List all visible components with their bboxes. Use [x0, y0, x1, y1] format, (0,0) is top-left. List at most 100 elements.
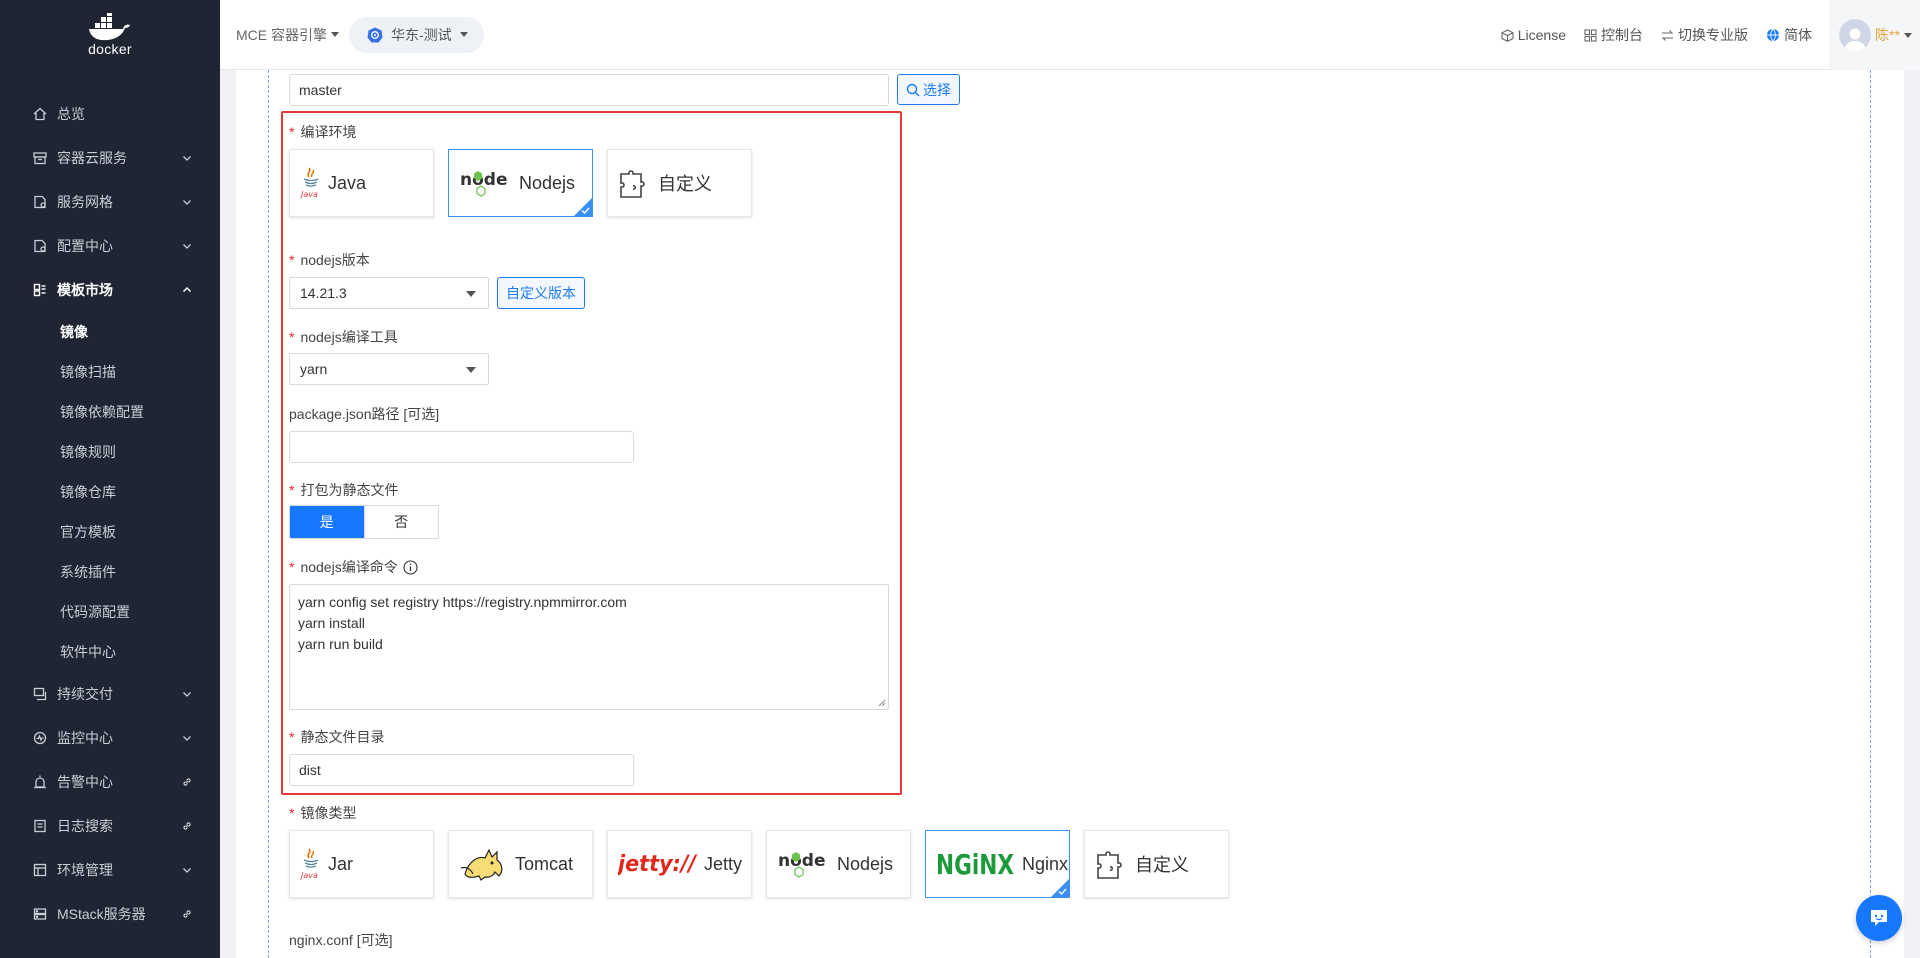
jetty-logo-text: jetty://: [618, 852, 698, 877]
sidebar-subitem-image-rules[interactable]: 镜像规则: [0, 432, 220, 472]
sidebar-subitem-image[interactable]: 镜像: [0, 312, 220, 352]
node-version-label: * nodejs版本: [289, 252, 370, 268]
console-link[interactable]: 控制台: [1584, 25, 1643, 45]
image-type-option-label: Jar: [328, 853, 354, 874]
sidebar-item-config-center[interactable]: 配置中心: [0, 224, 220, 268]
caret-down-icon: [459, 32, 468, 37]
build-env-option-custom[interactable]: 自定义: [607, 149, 752, 217]
image-type-option-jetty[interactable]: jetty:// Jetty: [607, 830, 752, 898]
custom-version-button[interactable]: 自定义版本: [497, 277, 585, 309]
sidebar-item-mstack-server[interactable]: MStack服务器: [0, 892, 220, 936]
sidebar-item-label: 服务网格: [57, 194, 113, 210]
branch-input[interactable]: master: [289, 74, 889, 106]
config-icon: [32, 238, 48, 254]
mesh-icon: [32, 194, 48, 210]
globe-icon: [1767, 28, 1779, 42]
sidebar-subitem-software-center[interactable]: 软件中心: [0, 632, 220, 672]
image-type-option-nodejs[interactable]: node Nodejs: [766, 830, 911, 898]
chevron-up-icon: [182, 286, 192, 293]
sidebar-item-overview[interactable]: 总览: [0, 92, 220, 136]
delivery-icon: [32, 686, 48, 702]
sidebar-subitem-image-scan[interactable]: 镜像扫描: [0, 352, 220, 392]
region-dropdown[interactable]: 华东-测试: [349, 16, 484, 53]
sidebar-item-label: 总览: [57, 106, 85, 122]
alarm-icon: [32, 774, 48, 790]
sidebar-item-service-mesh[interactable]: 服务网格: [0, 180, 220, 224]
node-version-select[interactable]: 14.21.3: [289, 277, 489, 309]
language-label: 简体: [1784, 27, 1812, 43]
nginx-conf-label: nginx.conf [可选]: [289, 932, 393, 948]
link-icon: [183, 822, 191, 830]
select-branch-button[interactable]: 选择: [897, 74, 960, 105]
java-logo-text: Java: [300, 871, 318, 880]
image-type-option-nginx[interactable]: NGiNX Nginx: [925, 830, 1070, 898]
user-name: 陈**: [1875, 27, 1900, 43]
sidebar-item-alarm-center[interactable]: 告警中心: [0, 760, 220, 804]
image-type-option-tomcat[interactable]: Tomcat: [448, 830, 593, 898]
chevron-down-icon: [183, 156, 191, 161]
sidebar-subitem-label: 镜像依赖配置: [60, 404, 144, 420]
image-type-option-label: Tomcat: [515, 853, 574, 874]
sidebar-item-continuous-delivery[interactable]: 持续交付: [0, 672, 220, 716]
image-type-option-jar[interactable]: Java Jar: [289, 830, 434, 898]
sidebar-item-label: 环境管理: [57, 862, 113, 878]
sidebar-subitem-label: 镜像仓库: [60, 484, 116, 500]
nginx-icon: NGiNX: [936, 847, 1016, 881]
sidebar-item-monitor-center[interactable]: 监控中心: [0, 716, 220, 760]
java-logo-text: Java: [300, 190, 318, 199]
caret-down-icon: [1903, 32, 1912, 38]
sidebar-subitem-label: 镜像扫描: [60, 364, 116, 380]
chat-support-button[interactable]: [1856, 895, 1902, 941]
build-cmd-line: yarn config set registry https://registr…: [298, 594, 627, 610]
engine-dropdown[interactable]: MCE 容器引擎: [236, 25, 339, 45]
sidebar-subitem-label: 代码源配置: [60, 604, 130, 620]
license-link[interactable]: License: [1501, 27, 1566, 43]
sidebar-subitem-official-templates[interactable]: 官方模板: [0, 512, 220, 552]
info-icon[interactable]: [403, 559, 418, 575]
sidebar-subitem-image-registry[interactable]: 镜像仓库: [0, 472, 220, 512]
console-label: 控制台: [1601, 27, 1643, 43]
package-json-input[interactable]: [289, 431, 634, 463]
caret-down-icon: [466, 291, 476, 297]
image-type-label: * 镜像类型: [289, 805, 357, 821]
build-env-option-nodejs[interactable]: node Nodejs: [448, 149, 593, 217]
sidebar-subitem-label: 系统插件: [60, 564, 116, 580]
image-type-option-custom[interactable]: 自定义: [1084, 830, 1229, 898]
resize-handle-icon[interactable]: [878, 699, 886, 707]
sidebar-subitem-image-deps[interactable]: 镜像依赖配置: [0, 392, 220, 432]
build-cmd-textarea[interactable]: yarn config set registry https://registr…: [289, 584, 889, 710]
caret-down-icon: [466, 367, 476, 373]
dashed-guide-right: [1870, 70, 1871, 958]
build-env-option-label: Nodejs: [519, 172, 576, 193]
sidebar-item-container-cloud[interactable]: 容器云服务: [0, 136, 220, 180]
logo-text: docker: [88, 41, 132, 57]
docker-logo[interactable]: docker: [0, 0, 220, 70]
image-type-option-label: Jetty: [704, 853, 743, 874]
sidebar-item-log-search[interactable]: 日志搜索: [0, 804, 220, 848]
build-cmd-line: yarn install: [298, 615, 365, 631]
sidebar-item-template-market[interactable]: 模板市场: [0, 268, 220, 312]
sidebar-item-label: 监控中心: [57, 730, 113, 746]
log-icon: [32, 818, 48, 834]
box-icon: [32, 150, 48, 166]
java-icon: Java: [300, 166, 322, 200]
sidebar-item-env-management[interactable]: 环境管理: [0, 848, 220, 892]
node-version-value: 14.21.3: [300, 285, 347, 301]
build-env-label: * 编译环境: [289, 124, 357, 140]
language-link[interactable]: 简体: [1766, 25, 1812, 45]
select-button-label: 选择: [923, 81, 951, 98]
pack-static-no[interactable]: 否: [363, 506, 438, 538]
build-tool-select[interactable]: yarn: [289, 353, 489, 385]
sidebar-subitem-label: 镜像规则: [60, 444, 116, 460]
build-env-option-java[interactable]: Java Java: [289, 149, 434, 217]
puzzle-icon: [618, 166, 652, 200]
static-dir-input[interactable]: dist: [289, 754, 634, 786]
user-menu[interactable]: 陈**: [1830, 0, 1920, 70]
header-actions: License 控制台 切换专业版 简体 陈**: [1501, 0, 1920, 70]
build-tool-label: * nodejs编译工具: [289, 329, 398, 345]
sidebar-subitem-system-plugins[interactable]: 系统插件: [0, 552, 220, 592]
switch-pro-link[interactable]: 切换专业版: [1661, 25, 1748, 45]
sidebar-item-label: 持续交付: [57, 686, 113, 702]
sidebar-subitem-code-source[interactable]: 代码源配置: [0, 592, 220, 632]
pack-static-yes[interactable]: 是: [290, 506, 364, 538]
